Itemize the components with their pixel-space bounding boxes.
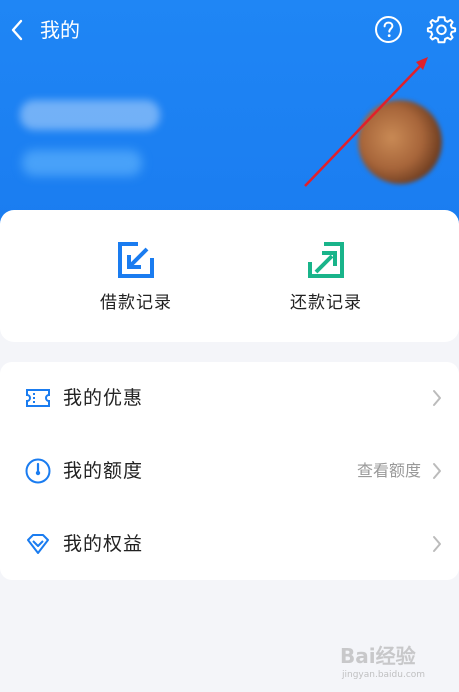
question-circle-icon [375, 16, 402, 43]
back-button[interactable] [4, 14, 30, 46]
repay-record-label: 还款记录 [290, 293, 362, 313]
chevron-right-icon [433, 463, 441, 479]
menu-item-coupons[interactable]: 我的优惠 [0, 362, 459, 434]
chevron-right-icon [433, 390, 441, 406]
menu-item-label: 我的优惠 [63, 387, 144, 409]
watermark-subtext: jingyan.baidu.com [342, 670, 426, 680]
gear-icon [426, 16, 457, 44]
diamond-icon [27, 534, 49, 554]
help-button[interactable] [374, 15, 403, 44]
page-title: 我的 [40, 18, 80, 42]
chevron-right-icon [433, 536, 441, 552]
profile-header: 我的 [0, 0, 459, 240]
menu-item-label: 我的权益 [63, 533, 144, 555]
view-limit-link[interactable]: 查看额度 [357, 435, 421, 507]
menu-card: 我的优惠 我的额度 查看额度 我的权益 [0, 362, 459, 580]
borrow-record-label: 借款记录 [100, 293, 172, 313]
records-card: 借款记录 还款记录 [0, 210, 459, 342]
top-bar: 我的 [0, 0, 459, 60]
watermark: Bai经验 jingyan.baidu.com [340, 640, 455, 688]
profile-name-blurred [20, 100, 160, 130]
repay-record-icon [308, 242, 344, 278]
borrow-record-button[interactable]: 借款记录 [56, 238, 216, 328]
settings-button[interactable] [426, 14, 457, 45]
menu-item-label: 我的额度 [63, 460, 144, 482]
repay-record-button[interactable]: 还款记录 [246, 238, 406, 328]
chevron-left-icon [11, 19, 23, 41]
profile-info-blurred [22, 150, 142, 176]
avatar[interactable] [358, 100, 442, 184]
menu-item-benefits[interactable]: 我的权益 [0, 508, 459, 580]
borrow-record-icon [118, 242, 154, 278]
gauge-icon [25, 458, 51, 484]
coupon-icon [26, 389, 50, 407]
menu-item-credit-limit[interactable]: 我的额度 查看额度 [0, 435, 459, 507]
watermark-text: Bai经验 [340, 644, 416, 668]
